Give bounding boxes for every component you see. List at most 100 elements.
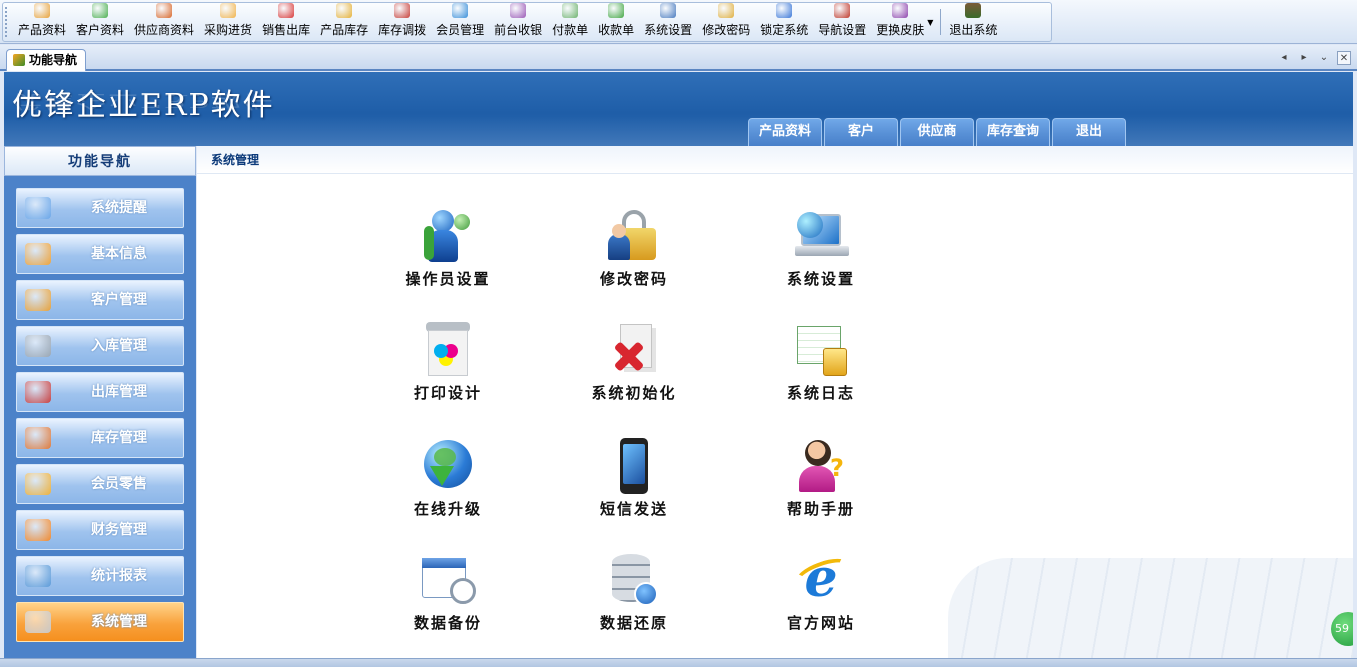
toolbar-button[interactable]: 更换皮肤 — [871, 3, 929, 41]
toolbar-button-label: 客户资料 — [76, 23, 125, 37]
reminder-icon — [25, 197, 51, 219]
toolbar-button-label: 采购进货 — [204, 23, 253, 37]
toolbar-button[interactable]: 会员管理 — [431, 3, 489, 41]
info-icon — [25, 243, 51, 265]
nav-item-label: 财务管理 — [91, 522, 147, 538]
function-tile[interactable]: 在线升级 — [378, 438, 518, 519]
nav-item-button[interactable]: 系统提醒 — [16, 188, 184, 228]
function-tile-label: 数据还原 — [599, 614, 668, 632]
toolbar-button[interactable]: 客户资料 — [71, 3, 129, 41]
toolbar-button-label: 产品资料 — [18, 23, 67, 37]
left-nav-header: 功能导航 — [4, 146, 196, 176]
function-tile-label: 官方网站 — [786, 614, 855, 632]
toolbar-button[interactable]: 采购进货 — [199, 3, 257, 41]
toolbar-button[interactable]: 锁定系统 — [755, 3, 813, 41]
function-tile[interactable]: 修改密码 — [564, 208, 704, 289]
toolbar-button[interactable]: 修改密码 — [697, 3, 755, 41]
function-tile[interactable]: 系统初始化 — [564, 322, 704, 403]
nav-item-button[interactable]: 出库管理 — [16, 372, 184, 412]
toolbar-button[interactable]: 产品库存 — [315, 3, 373, 41]
nav-item-label: 入库管理 — [91, 338, 147, 354]
toolbar-button[interactable]: 收款单 — [593, 3, 639, 41]
log-icon — [793, 322, 849, 378]
function-tile[interactable]: 操作员设置 — [378, 208, 518, 289]
tab-function-nav[interactable]: 功能导航 — [6, 49, 87, 71]
calendar-clock-icon — [420, 552, 476, 608]
globe-download-icon — [420, 438, 476, 494]
gears-icon — [25, 611, 51, 633]
exit-icon — [965, 3, 982, 18]
function-tile[interactable]: e 官方网站 — [751, 552, 891, 633]
content-title: 系统管理 — [197, 146, 1353, 174]
nav-item-button[interactable]: 客户管理 — [16, 280, 184, 320]
top-nav-button[interactable]: 供应商 — [900, 118, 974, 146]
scroll-right-icon[interactable]: ▸ — [1297, 51, 1311, 65]
function-tile[interactable]: 打印设计 — [378, 322, 518, 403]
database-restore-icon — [606, 552, 662, 608]
tab-label: 功能导航 — [29, 53, 78, 67]
toolbar-item-icon — [278, 3, 295, 18]
scroll-left-icon[interactable]: ◂ — [1277, 51, 1291, 65]
function-tile-label: 操作员设置 — [405, 270, 491, 288]
tab-list-icon[interactable]: ⌄ — [1317, 51, 1331, 65]
function-tile-label: 短信发送 — [599, 500, 668, 518]
toolbar-button[interactable]: 系统设置 — [639, 3, 697, 41]
function-tile[interactable]: 数据还原 — [564, 552, 704, 633]
function-tile-label: 修改密码 — [599, 270, 668, 288]
top-nav-button[interactable]: 库存查询 — [976, 118, 1050, 146]
cart-in-icon — [25, 335, 51, 357]
toolbar-button-label: 系统设置 — [644, 23, 693, 37]
toolbar-button-label: 修改密码 — [702, 23, 751, 37]
init-icon — [606, 322, 662, 378]
function-tile-label: 打印设计 — [413, 384, 482, 402]
function-tile[interactable]: ? 帮助手册 — [751, 438, 891, 519]
toolbar-separator — [940, 9, 942, 35]
toolbar-button[interactable]: 供应商资料 — [129, 3, 199, 41]
nav-item-button[interactable]: 入库管理 — [16, 326, 184, 366]
toolbar-item-icon — [452, 3, 469, 18]
toolbar-button[interactable]: 前台收银 — [489, 3, 547, 41]
function-tile-label: 在线升级 — [413, 500, 482, 518]
finance-icon — [25, 519, 51, 541]
nav-item-label: 会员零售 — [91, 476, 147, 492]
toolbar-button-label: 产品库存 — [320, 23, 369, 37]
home-icon — [13, 54, 25, 66]
top-nav-button[interactable]: 客户 — [824, 118, 898, 146]
toolbar-item-icon — [660, 3, 677, 18]
toolbar-button[interactable]: 库存调拨 — [373, 3, 431, 41]
nav-item-label: 系统管理 — [91, 614, 147, 630]
nav-item-button[interactable]: 系统管理 — [16, 602, 184, 642]
skin-dropdown-arrow-icon[interactable]: ▼ — [927, 18, 933, 27]
top-nav-button[interactable]: 产品资料 — [748, 118, 822, 146]
function-tile[interactable]: 数据备份 — [378, 552, 518, 633]
toolbar-button[interactable]: 付款单 — [547, 3, 593, 41]
function-tile-label: 系统日志 — [786, 384, 855, 402]
toolbar-button[interactable]: 导航设置 — [813, 3, 871, 41]
help-icon: ? — [793, 438, 849, 494]
close-tab-icon[interactable]: ✕ — [1337, 51, 1351, 65]
app-title-reflection: 优锋企业ERP软件 — [12, 90, 275, 112]
toolbar-button[interactable]: 销售出库 — [257, 3, 315, 41]
top-nav-button[interactable]: 退出 — [1052, 118, 1126, 146]
exit-system-button[interactable]: 退出系统 — [944, 3, 1002, 41]
tab-controls: ◂ ▸ ⌄ ✕ — [1277, 51, 1351, 65]
toolbar-grip[interactable] — [5, 7, 11, 37]
toolbar-button-label: 销售出库 — [262, 23, 311, 37]
function-tile[interactable]: 短信发送 — [564, 438, 704, 519]
nav-item-label: 系统提醒 — [91, 200, 147, 216]
toolbar-item-icon — [510, 3, 527, 18]
operator-icon — [420, 208, 476, 264]
nav-item-label: 统计报表 — [91, 568, 147, 584]
keyboard-decoration — [948, 558, 1353, 658]
nav-item-button[interactable]: 会员零售 — [16, 464, 184, 504]
toolbar-item-icon — [394, 3, 411, 18]
function-tile[interactable]: 系统日志 — [751, 322, 891, 403]
toolbar-button-label: 导航设置 — [818, 23, 867, 37]
nav-item-button[interactable]: 统计报表 — [16, 556, 184, 596]
nav-item-button[interactable]: 库存管理 — [16, 418, 184, 458]
toolbar-item-icon — [892, 3, 909, 18]
toolbar-button[interactable]: 产品资料 — [13, 3, 71, 41]
nav-item-button[interactable]: 基本信息 — [16, 234, 184, 274]
nav-item-button[interactable]: 财务管理 — [16, 510, 184, 550]
function-tile[interactable]: 系统设置 — [751, 208, 891, 289]
